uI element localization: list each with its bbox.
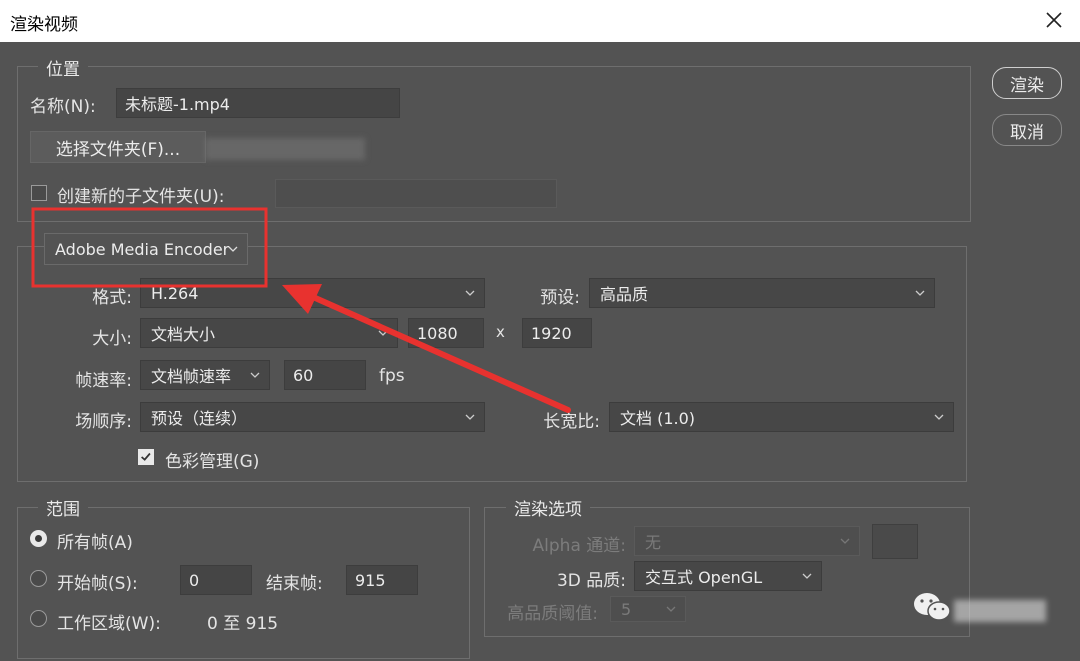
framerate-label: 帧速率: [75, 371, 132, 391]
chevron-down-icon [840, 538, 850, 544]
window-title: 渲染视频 [10, 15, 78, 35]
size-dropdown[interactable]: 文档大小 [140, 318, 398, 348]
chevron-down-icon [250, 372, 260, 378]
dimension-separator: x [496, 323, 505, 341]
preset-dropdown[interactable]: 高品质 [589, 278, 935, 308]
aspect-dropdown[interactable]: 文档 (1.0) [609, 402, 954, 432]
end-frame-input[interactable]: 915 [346, 565, 418, 595]
end-frame-label: 结束帧: [266, 574, 323, 594]
width-input-value: 1080 [417, 323, 458, 343]
fps-unit: fps [379, 366, 405, 386]
aspect-label: 长宽比: [543, 412, 600, 432]
preset-label: 预设: [540, 288, 580, 308]
quality-3d-label: 3D 品质: [556, 571, 626, 591]
chevron-down-icon [915, 290, 925, 296]
range-group-label: 范围 [38, 495, 88, 520]
create-subfolder-label: 创建新的子文件夹(U): [57, 187, 225, 207]
work-area-label: 工作区域(W): [57, 614, 161, 634]
height-input-value: 1920 [531, 323, 572, 343]
render-button[interactable]: 渲染 [992, 67, 1062, 99]
threshold-dropdown-value: 5 [621, 599, 632, 619]
color-management-checkbox[interactable] [138, 449, 154, 465]
all-frames-label: 所有帧(A) [57, 533, 133, 553]
folder-path-redacted [205, 138, 365, 160]
name-input-value: 未标题-1.mp4 [125, 95, 230, 114]
field-order-label: 场顺序: [75, 412, 132, 432]
aspect-dropdown-value: 文档 (1.0) [620, 409, 696, 428]
quality-3d-dropdown[interactable]: 交互式 OpenGL [634, 561, 822, 591]
encoder-dropdown-value: Adobe Media Encoder [55, 239, 230, 259]
start-frame-input[interactable]: 0 [180, 565, 252, 595]
chevron-down-icon [378, 330, 388, 336]
end-frame-value: 915 [355, 570, 386, 590]
chevron-down-icon [465, 290, 475, 296]
alpha-swatch[interactable] [872, 524, 918, 559]
fps-input-value: 60 [293, 365, 314, 385]
encoder-dropdown[interactable]: Adobe Media Encoder [44, 233, 248, 265]
subfolder-input[interactable] [275, 179, 557, 208]
chevron-down-icon [465, 414, 475, 420]
size-label: 大小: [92, 329, 132, 349]
framerate-dropdown[interactable]: 文档帧速率 [140, 360, 270, 390]
name-input[interactable]: 未标题-1.mp4 [116, 88, 400, 118]
start-frame-label: 开始帧(S): [57, 574, 138, 594]
color-management-label: 色彩管理(G) [165, 452, 260, 472]
work-area-radio[interactable] [30, 610, 47, 627]
quality-3d-dropdown-value: 交互式 OpenGL [645, 568, 763, 587]
title-bar: 渲染视频 [0, 0, 1080, 42]
chevron-down-icon [666, 606, 676, 612]
alpha-dropdown[interactable]: 无 [634, 526, 860, 556]
watermark-redacted [954, 600, 1046, 622]
render-options-group-label: 渲染选项 [506, 495, 590, 520]
all-frames-radio[interactable] [30, 530, 47, 547]
cancel-button[interactable]: 取消 [992, 114, 1062, 146]
format-label: 格式: [92, 288, 132, 308]
height-input[interactable]: 1920 [522, 318, 592, 348]
alpha-label: Alpha 通道: [532, 536, 626, 556]
location-group-label: 位置 [38, 55, 88, 80]
threshold-dropdown[interactable]: 5 [610, 596, 686, 622]
chevron-down-icon [802, 573, 812, 579]
start-frame-value: 0 [189, 570, 200, 590]
work-area-value: 0 至 915 [207, 614, 279, 634]
field-order-dropdown-value: 预设（连续） [151, 409, 248, 428]
close-icon[interactable] [1042, 7, 1066, 33]
width-input[interactable]: 1080 [408, 318, 484, 348]
preset-dropdown-value: 高品质 [600, 285, 649, 304]
format-dropdown[interactable]: H.264 [140, 278, 485, 308]
checkmark-icon [141, 452, 151, 461]
framerate-dropdown-value: 文档帧速率 [151, 367, 232, 386]
threshold-label: 高品质阈值: [507, 604, 598, 624]
create-subfolder-checkbox[interactable] [31, 185, 47, 201]
choose-folder-button[interactable]: 选择文件夹(F)... [30, 131, 206, 163]
wechat-logo-icon [914, 593, 951, 621]
chevron-down-icon [228, 246, 238, 252]
chevron-down-icon [934, 414, 944, 420]
fps-input[interactable]: 60 [284, 360, 366, 390]
format-dropdown-value: H.264 [151, 283, 199, 303]
start-frame-radio[interactable] [30, 570, 47, 587]
field-order-dropdown[interactable]: 预设（连续） [140, 402, 485, 432]
size-dropdown-value: 文档大小 [151, 325, 216, 344]
alpha-dropdown-value: 无 [645, 533, 662, 552]
name-label: 名称(N): [30, 97, 96, 117]
